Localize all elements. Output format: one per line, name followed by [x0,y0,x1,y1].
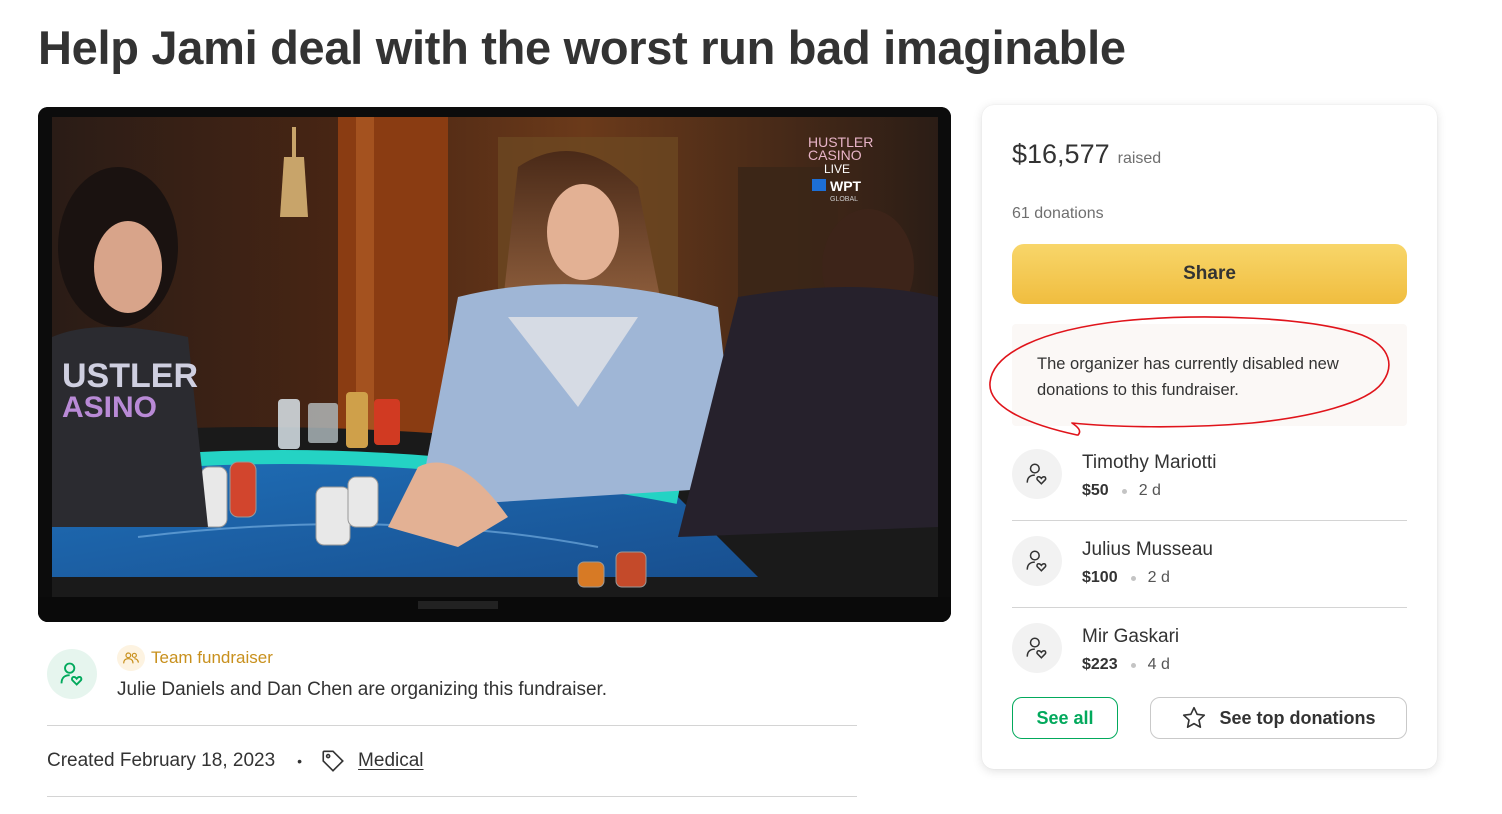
donor-details: $50 2 d [1082,482,1161,500]
dot-separator [1130,662,1136,668]
page-title: Help Jami deal with the worst run bad im… [38,21,1126,74]
shirt-text-2: ASINO [62,391,157,424]
donor-amount: $100 [1082,569,1118,586]
donor-time: 4 d [1147,656,1170,673]
donor-amount: $223 [1082,656,1118,673]
donor-time: 2 d [1147,569,1170,586]
team-fundraiser-badge: Team fundraiser [117,645,273,671]
user-heart-icon [1026,550,1047,572]
svg-text:WPT: WPT [830,178,862,194]
divider [1012,520,1407,521]
donor-item: Timothy Mariotti $50 2 d [1012,449,1407,536]
user-heart-icon [1026,463,1047,485]
share-button[interactable]: Share [1012,244,1407,304]
hero-image[interactable]: USTLER ASINO HUSTLER CASINO LIVE WPT GLO… [38,107,951,622]
donor-amount: $50 [1082,482,1109,499]
divider [47,725,857,726]
donor-name: Timothy Mariotti [1082,452,1217,473]
raised-summary: $16,577 raised [1012,139,1161,170]
raised-label: raised [1117,150,1162,167]
dot-separator [1121,488,1127,494]
svg-text:GLOBAL: GLOBAL [830,196,858,203]
organizer-avatar[interactable] [47,649,97,699]
donation-card: $16,577 raised 61 donations Share The or… [982,105,1437,769]
donor-time: 2 d [1138,482,1161,499]
user-heart-icon [60,662,83,686]
donor-avatar [1012,623,1062,673]
shirt-text-1: USTLER [62,357,198,395]
notice-text: The organizer has currently disabled new… [1037,355,1339,399]
dot-separator [1130,575,1136,581]
donor-avatar [1012,536,1062,586]
donor-name: Julius Musseau [1082,539,1213,560]
divider [1012,607,1407,608]
see-all-button[interactable]: See all [1012,697,1118,739]
donor-name: Mir Gaskari [1082,626,1180,647]
created-date: Created February 18, 2023 [47,750,276,771]
organizer-text: Julie Daniels and Dan Chen are organizin… [117,679,608,700]
hero-photo: USTLER ASINO HUSTLER CASINO LIVE WPT GLO… [38,107,951,622]
see-top-donations-button[interactable]: See top donations [1150,697,1407,739]
category-link-medical[interactable]: Medical [358,750,423,772]
user-heart-icon [1026,637,1047,659]
team-fundraiser-label: Team fundraiser [151,648,273,667]
donor-avatar [1012,449,1062,499]
donor-details: $223 4 d [1082,656,1170,674]
donation-count: 61 donations [1012,205,1104,222]
divider [47,796,857,797]
svg-text:LIVE: LIVE [824,162,850,176]
bullet-separator: • [297,753,303,769]
star-icon [1183,706,1206,729]
tag-icon [320,748,346,774]
team-icon [117,645,145,671]
donor-item: Julius Musseau $100 2 d [1012,536,1407,623]
raised-amount: $16,577 [1012,139,1110,169]
donations-disabled-notice: The organizer has currently disabled new… [1012,324,1407,426]
donor-details: $100 2 d [1082,569,1170,587]
see-top-donations-label: See top donations [1219,707,1376,728]
meta-row: Created February 18, 2023 • Medical [47,748,424,774]
svg-text:CASINO: CASINO [808,147,862,163]
